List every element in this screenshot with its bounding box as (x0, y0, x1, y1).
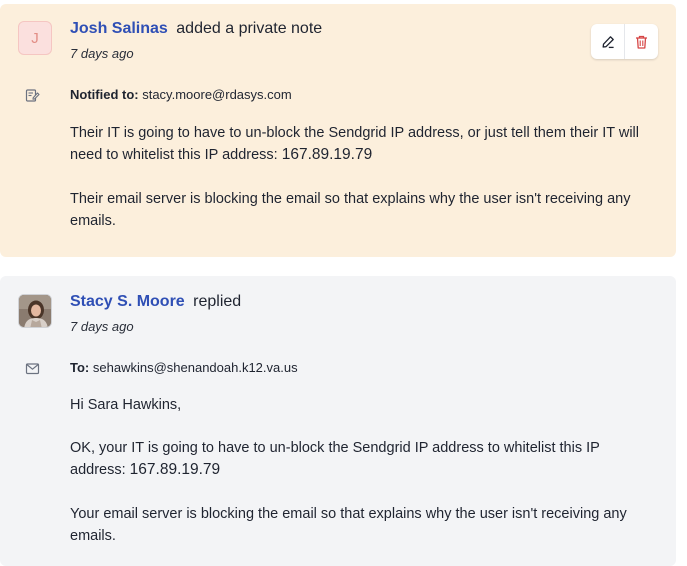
reply-to: To: sehawkins@shenandoah.k12.va.us (70, 360, 298, 375)
notified-label: Notified to: (70, 87, 139, 102)
envelope-icon (25, 363, 40, 375)
note-actions (591, 24, 658, 59)
reply-greeting: Hi Sara Hawkins, (70, 397, 182, 413)
avatar (18, 294, 52, 328)
edit-button[interactable] (591, 24, 624, 59)
note-action: added a private note (176, 20, 323, 37)
reply-card: Stacy S. Moore replied 7 days ago To: se… (0, 276, 676, 566)
pencil-icon (602, 35, 614, 48)
note-ip-address: 167.89.19.79 (281, 146, 373, 163)
to-label: To: (70, 360, 90, 375)
note-header: Josh Salinas added a private note (70, 20, 322, 38)
reply-ip-address: 167.89.19.79 (129, 461, 221, 478)
trash-icon (636, 35, 647, 49)
author-name[interactable]: Stacy S. Moore (70, 293, 185, 310)
reply-paragraph-1: OK, your IT is going to have to un-block… (70, 437, 655, 481)
avatar: J (18, 21, 52, 55)
notified-email: stacy.moore@rdasys.com (142, 87, 292, 102)
avatar-letter: J (31, 29, 39, 47)
reply-action: replied (193, 293, 242, 310)
timestamp: 7 days ago (70, 319, 134, 334)
author-name[interactable]: Josh Salinas (70, 20, 168, 37)
edit-note-icon (25, 89, 40, 102)
reply-header: Stacy S. Moore replied (70, 293, 241, 311)
timestamp: 7 days ago (70, 46, 134, 61)
note-paragraph-2: Their email server is blocking the email… (70, 191, 631, 229)
notified-to: Notified to: stacy.moore@rdasys.com (70, 87, 292, 102)
to-email: sehawkins@shenandoah.k12.va.us (92, 360, 298, 375)
reply-paragraph-2: Your email server is blocking the email … (70, 506, 627, 544)
delete-button[interactable] (624, 24, 658, 59)
private-note-card: J Josh Salinas added a private note 7 da… (0, 4, 676, 257)
note-paragraph-1: Their IT is going to have to un-block th… (70, 122, 655, 166)
user-photo-icon (19, 295, 51, 327)
